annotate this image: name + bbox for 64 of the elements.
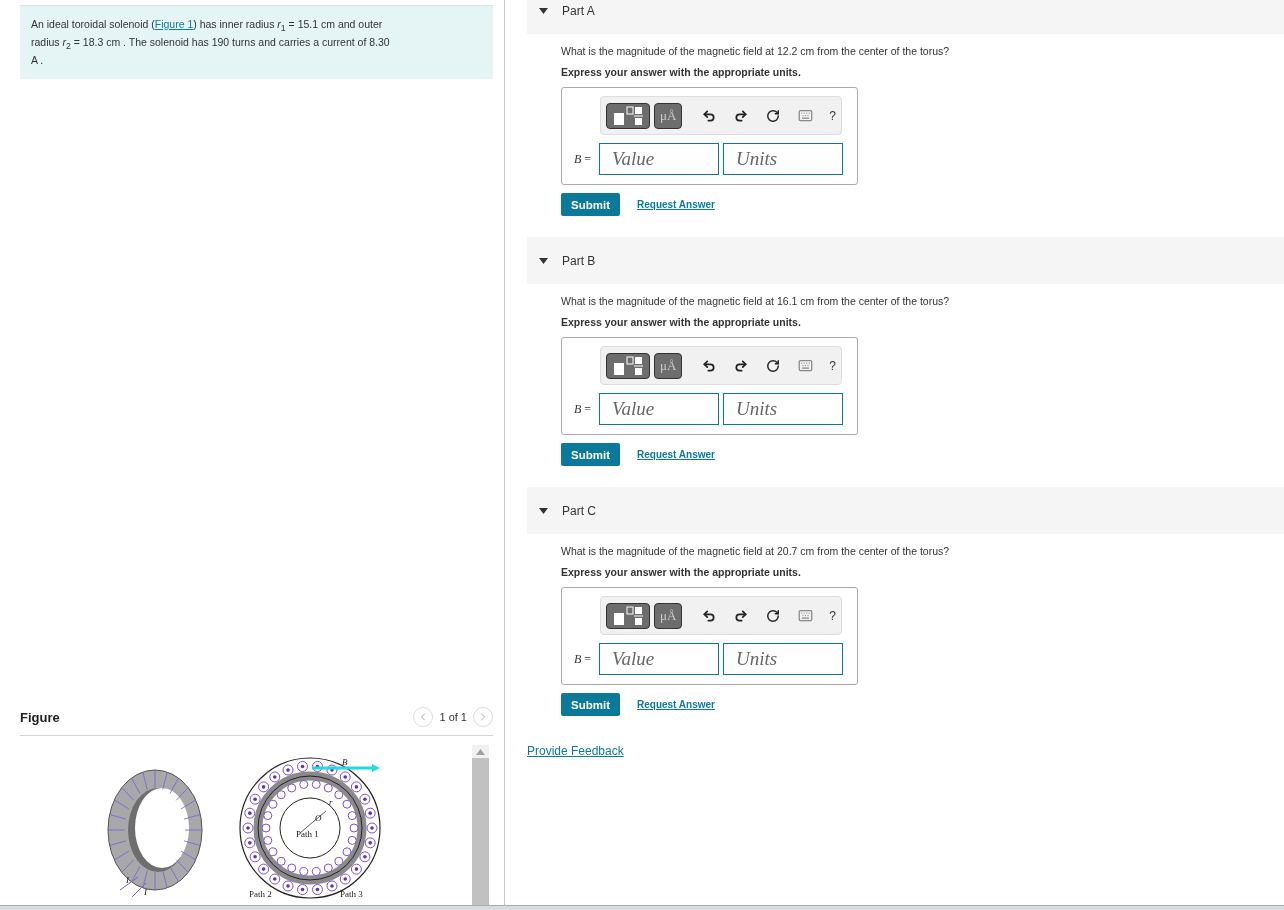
figure-label: Path 2 (249, 889, 272, 899)
instruction-text: Express your answer with the appropriate units. (561, 316, 802, 328)
undo-button[interactable] (702, 358, 717, 373)
keyboard-button[interactable] (798, 608, 814, 623)
units-button[interactable]: μÅ (654, 102, 683, 129)
template-button[interactable] (606, 102, 650, 129)
figure-heading: Figure (20, 709, 60, 725)
fraction-template-icon (612, 355, 644, 376)
units-field[interactable]: Units (723, 393, 843, 425)
units-field[interactable]: Units (723, 643, 843, 675)
figure-label: Path 1 (296, 829, 319, 839)
value-field[interactable]: Value (599, 143, 719, 175)
figure-label: Path 3 (340, 889, 363, 899)
request-answer-link[interactable]: Request Answer (637, 449, 715, 460)
units-button[interactable]: μÅ (654, 602, 683, 629)
figure-label: O (315, 813, 322, 823)
reset-button[interactable] (766, 358, 781, 373)
template-button[interactable] (606, 352, 650, 379)
scrollbar[interactable] (472, 745, 489, 905)
caret-icon (539, 257, 548, 264)
units-button[interactable]: μÅ (654, 352, 683, 379)
request-answer-link[interactable]: Request Answer (637, 699, 715, 710)
help-button[interactable]: ? (829, 608, 837, 623)
instruction-text: Express your answer with the appropriate units. (561, 66, 802, 78)
figure-label: I (144, 887, 147, 897)
problem-statement: An ideal toroidal solenoid (Figure 1) has inner radius r$_{1}$ = 15.1 cm and outer radius r$_{2}$ = 18.3 cm . The solenoid has 190 turns and carries a current of 8.30 A . (20, 5, 493, 80)
undo-button[interactable] (702, 608, 717, 623)
redo-button[interactable] (734, 358, 749, 373)
instruction-text: Express your answer with the appropriate units. (561, 566, 802, 578)
value-field[interactable]: Value (599, 643, 719, 675)
submit-button[interactable]: Submit (561, 693, 620, 716)
value-field[interactable]: Value (599, 393, 719, 425)
keyboard-button[interactable] (798, 108, 814, 123)
question-text: What is the magnitude of the magnetic field at 20.7 cm from the center of the torus? (561, 544, 951, 558)
units-field[interactable]: Units (723, 143, 843, 175)
redo-button[interactable] (734, 108, 749, 123)
part-header[interactable]: Part B (527, 237, 1284, 284)
reset-button[interactable] (766, 108, 781, 123)
fraction-template-icon (612, 105, 644, 126)
figure-label: I (126, 875, 129, 885)
feedback-link[interactable]: Provide Feedback (527, 744, 624, 758)
submit-button[interactable]: Submit (561, 443, 620, 466)
variable-label: B = (573, 401, 591, 417)
help-button[interactable]: ? (829, 358, 837, 373)
part-header[interactable]: Part A (527, 0, 1284, 34)
caret-icon (539, 7, 548, 14)
question-text: What is the magnitude of the magnetic field at 12.2 cm from the center of the torus? (561, 44, 951, 58)
figure-label: r (329, 797, 333, 807)
undo-button[interactable] (702, 108, 717, 123)
variable-label: B = (573, 151, 591, 167)
reset-button[interactable] (766, 608, 781, 623)
redo-button[interactable] (734, 608, 749, 623)
figure-label: B (342, 757, 348, 767)
submit-button[interactable]: Submit (561, 193, 620, 216)
request-answer-link[interactable]: Request Answer (637, 199, 715, 210)
question-text: What is the magnitude of the magnetic field at 16.1 cm from the center of the torus? (561, 294, 951, 308)
keyboard-button[interactable] (798, 358, 814, 373)
fraction-template-icon (612, 605, 644, 626)
page-counter: 1 of 1 (439, 711, 467, 723)
part-header[interactable]: Part C (527, 487, 1284, 534)
template-button[interactable] (606, 602, 650, 629)
caret-icon (539, 507, 548, 514)
variable-label: B = (573, 651, 591, 667)
help-button[interactable]: ? (829, 108, 837, 123)
